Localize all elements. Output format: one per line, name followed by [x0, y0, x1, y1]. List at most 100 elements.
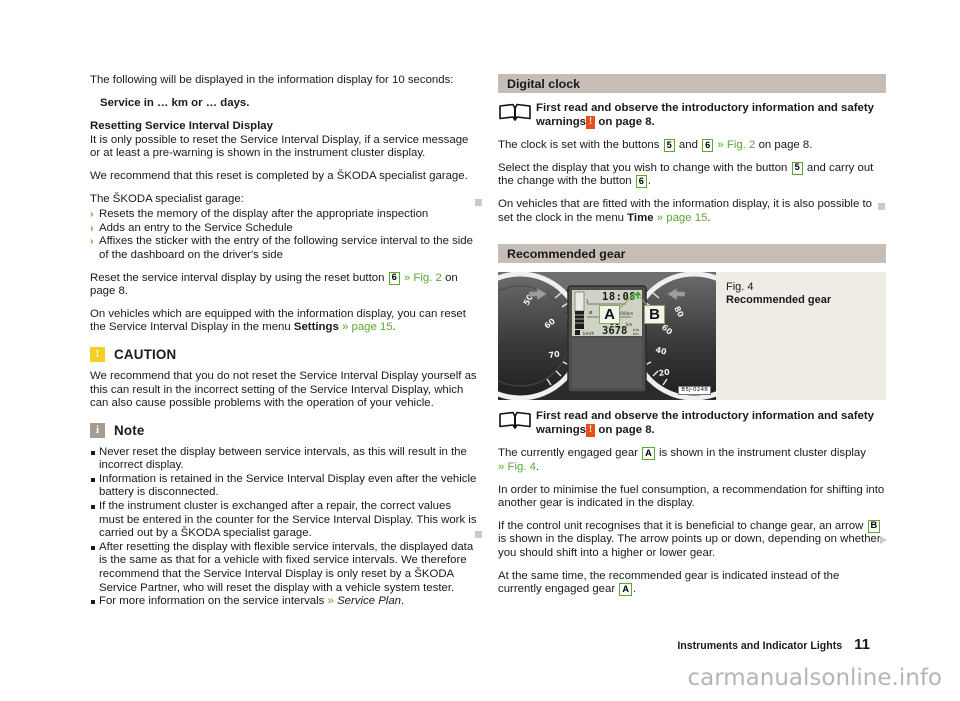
garage-task-list: › Resets the memory of the display after …: [90, 208, 478, 262]
list-item: If the instrument cluster is exchanged a…: [90, 500, 478, 541]
left-column: The following will be displayed in the i…: [90, 74, 478, 609]
engaged-gear-text-after: .: [536, 460, 540, 473]
list-item-label: If the instrument cluster is exchanged a…: [99, 500, 477, 540]
read-first-block-clock: First read and observe the introductory …: [498, 102, 886, 129]
page-footer: Instruments and Indicator Lights 11: [677, 636, 870, 653]
list-item: › Adds an entry to the Service Schedule: [90, 222, 478, 236]
note-list: Never reset the display between service …: [90, 446, 478, 609]
read-first-text: First read and observe the introductory …: [532, 410, 886, 437]
svg-text:km/h: km/h: [583, 331, 595, 337]
clock-info-display-paragraph: On vehicles that are fitted with the inf…: [498, 198, 886, 225]
svg-text:70: 70: [548, 350, 561, 361]
list-item-label: Never reset the display between service …: [99, 445, 467, 472]
instrument-cluster-image: 50 60 70 80 60 40 20 18:08 4 1 ø 1000km …: [498, 272, 716, 401]
intro-paragraph: The following will be displayed in the i…: [90, 74, 454, 86]
chevron-right-icon: ›: [90, 208, 94, 221]
square-bullet-icon: [90, 600, 95, 605]
section-header-recommended-gear: Recommended gear: [498, 244, 886, 264]
fig4-reference-link[interactable]: » Fig. 4: [498, 461, 536, 473]
square-bullet-icon: [90, 477, 95, 482]
read-first-text-after: on page 8.: [598, 423, 655, 436]
list-item-label: Adds an entry to the Service Schedule: [99, 221, 293, 234]
list-item: For more information on the service inte…: [90, 595, 478, 609]
note-title: Note: [114, 422, 145, 438]
svg-text:20: 20: [658, 368, 671, 379]
recommended-text-after: .: [632, 583, 637, 596]
callout-badge-a: A: [642, 447, 655, 461]
list-item-label: After resetting the display with flexibl…: [99, 540, 474, 594]
clock-set-text-after: on page 8.: [758, 139, 813, 152]
button-badge-6: 6: [388, 271, 400, 285]
figure-number: Fig. 4: [726, 281, 754, 294]
warning-exclamation-badge: !: [586, 424, 596, 437]
clock-set-conjunction: and: [678, 139, 698, 152]
svg-text:1: 1: [586, 299, 589, 305]
arrow-indicator-paragraph: If the control unit recognises that it i…: [498, 519, 886, 561]
margin-marker-square: [878, 203, 885, 210]
read-first-block-gear: First read and observe the introductory …: [498, 410, 886, 437]
right-column: Digital clock First read and observe the…: [498, 74, 886, 606]
caution-exclamation-icon: !: [90, 346, 105, 362]
site-watermark: carmanualsonline.info: [687, 665, 942, 691]
arrow-text-before: If the control unit recognises that it i…: [498, 519, 864, 532]
list-item: › Affixes the sticker with the entry of t…: [90, 235, 478, 262]
recommended-text-before: At the same time, the recommended gear i…: [498, 569, 840, 596]
info-display-text-after: .: [392, 321, 396, 334]
figure-image-id: B5J-0248: [678, 386, 711, 396]
clock-set-paragraph: The clock is set with the buttons 5 and …: [498, 139, 886, 153]
page15-reference-link[interactable]: » page 15: [342, 321, 393, 333]
button-badge-5: 5: [663, 139, 675, 153]
resetting-subheading: Resetting Service Interval Display: [90, 120, 273, 133]
square-bullet-icon: [90, 505, 95, 510]
page-number: 11: [854, 636, 870, 653]
section-header-digital-clock: Digital clock: [498, 74, 886, 93]
engaged-gear-text-before: The currently engaged gear: [498, 447, 638, 460]
caution-heading: ! CAUTION: [90, 346, 478, 362]
list-item-label: Information is retained in the Service I…: [99, 472, 477, 499]
clock-set-text-before: The clock is set with the buttons: [498, 139, 660, 152]
list-item-label: Resets the memory of the display after t…: [99, 208, 429, 221]
note-info-icon: i: [90, 422, 105, 438]
figure-title: Recommended gear: [726, 294, 832, 307]
garage-intro-paragraph: The ŠKODA specialist garage:: [90, 192, 244, 205]
list-item: After resetting the display with flexibl…: [90, 541, 478, 595]
callout-label-b: B: [644, 305, 665, 325]
reset-button-text-before: Reset the service interval display by us…: [90, 271, 385, 284]
engaged-gear-paragraph: The currently engaged gear A is shown in…: [498, 447, 886, 474]
caution-body: We recommend that you do not reset the S…: [90, 369, 477, 410]
service-plan-reference-link[interactable]: »: [328, 595, 334, 607]
clock-info-text-after: .: [707, 211, 711, 224]
select-display-paragraph: Select the display that you wish to chan…: [498, 161, 886, 189]
caution-title: CAUTION: [114, 346, 177, 362]
list-item: › Resets the memory of the display after …: [90, 208, 478, 222]
settings-menu-name: Settings: [293, 321, 339, 334]
chevron-right-icon: ›: [90, 221, 94, 234]
list-item-label: Affixes the sticker with the entry of th…: [99, 235, 473, 261]
margin-marker-square: [475, 199, 482, 206]
info-display-reset-paragraph: On vehicles which are equipped with the …: [90, 308, 478, 335]
manual-page: The following will be displayed in the i…: [0, 0, 960, 701]
chevron-right-icon: ›: [90, 235, 94, 248]
callout-badge-b: B: [867, 519, 881, 533]
engaged-gear-text-middle: is shown in the instrument cluster displ…: [658, 447, 866, 460]
recommended-gear-paragraph: At the same time, the recommended gear i…: [498, 570, 886, 597]
arrow-text-after: is shown in the display. The arrow point…: [498, 533, 881, 559]
note-heading: i Note: [90, 422, 478, 438]
square-bullet-icon: [90, 450, 95, 455]
page15-reference-link[interactable]: » page 15: [657, 212, 708, 224]
reset-button-paragraph: Reset the service interval display by us…: [90, 271, 478, 299]
figure-caption: Fig. 4 Recommended gear: [716, 272, 831, 400]
read-first-text-after: on page 8.: [598, 115, 655, 128]
section-title: Digital clock: [507, 76, 580, 91]
button-badge-6: 6: [635, 175, 647, 189]
open-book-icon: [498, 103, 532, 127]
continuation-arrow-icon: [880, 536, 887, 544]
svg-text:km: km: [633, 332, 639, 336]
fig2-reference-link[interactable]: » Fig. 2: [717, 139, 755, 151]
info-display-text-before: On vehicles which are equipped with the …: [90, 307, 466, 334]
margin-marker-square: [475, 531, 482, 538]
time-menu-name: Time: [627, 211, 654, 224]
open-book-icon: [498, 411, 532, 435]
fig2-reference-link[interactable]: » Fig. 2: [404, 272, 442, 284]
reset-body-paragraph: It is only possible to reset the Service…: [90, 133, 469, 160]
